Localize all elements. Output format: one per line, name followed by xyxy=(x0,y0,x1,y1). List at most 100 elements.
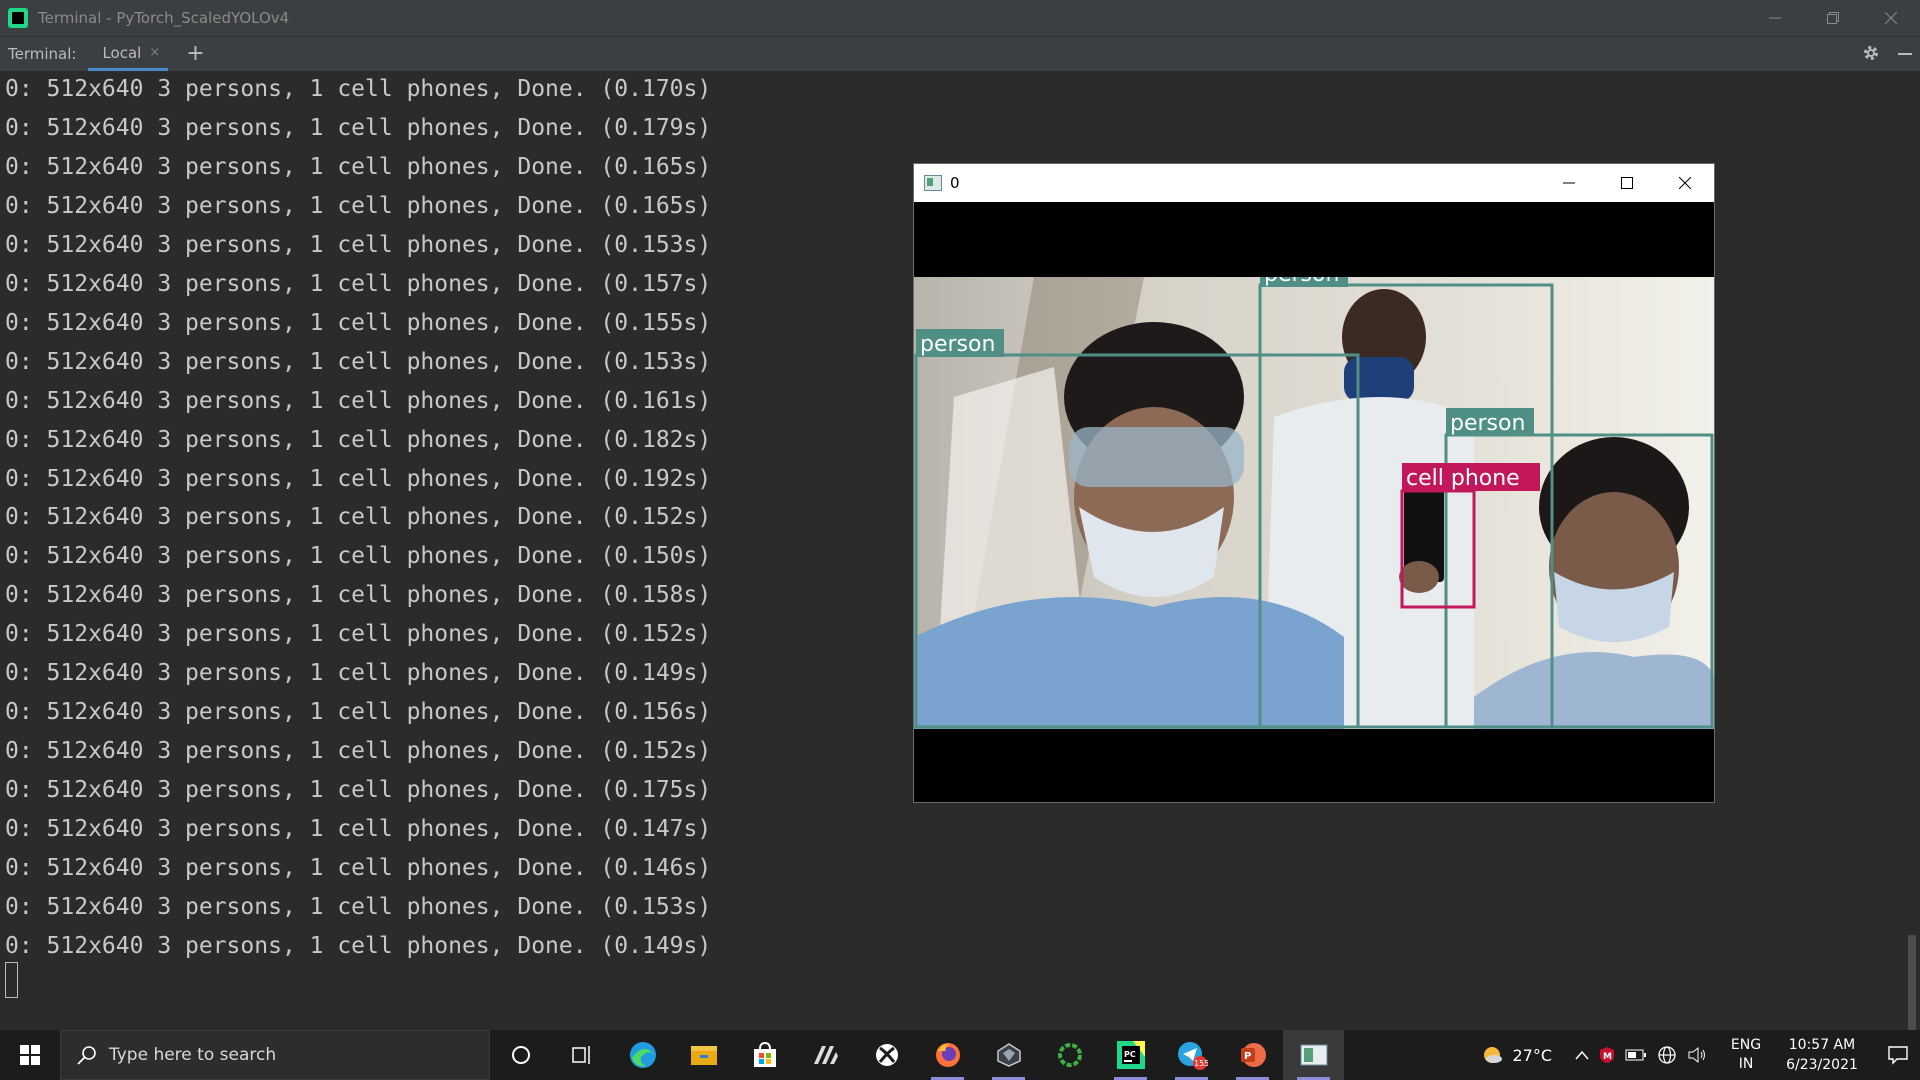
app-ring-icon xyxy=(1057,1043,1082,1067)
terminal-line: 0: 512x640 3 persons, 1 cell phones, Don… xyxy=(5,231,712,258)
file-explorer-button[interactable] xyxy=(673,1030,734,1080)
telegram-icon: 155 xyxy=(1177,1042,1208,1070)
new-tab-button[interactable]: + xyxy=(186,43,204,65)
start-button[interactable] xyxy=(0,1030,60,1080)
detection-window[interactable]: 0 person person cell phone xyxy=(914,164,1714,802)
cv-minimize-button[interactable] xyxy=(1540,164,1598,202)
edge-icon xyxy=(629,1042,656,1068)
svg-text:M: M xyxy=(1603,1052,1612,1062)
clock-time: 10:57 AM xyxy=(1788,1037,1856,1053)
volume-tray-button[interactable] xyxy=(1687,1046,1707,1064)
input-language-button[interactable]: ENG IN xyxy=(1720,1036,1772,1074)
terminal-line: 0: 512x640 3 persons, 1 cell phones, Don… xyxy=(5,816,712,843)
powerpoint-icon: P xyxy=(1240,1043,1266,1067)
detection-label: person xyxy=(1264,277,1339,287)
terminal-line: 0: 512x640 3 persons, 1 cell phones, Don… xyxy=(5,153,712,180)
xbox-button[interactable] xyxy=(856,1030,917,1080)
windows-taskbar: Type here to search PC 155 P 27°C M ENG … xyxy=(0,1030,1920,1080)
svg-text:P: P xyxy=(1244,1051,1251,1062)
powerpoint-button[interactable]: P xyxy=(1222,1030,1283,1080)
window-title: Terminal - PyTorch_ScaledYOLOv4 xyxy=(38,9,290,27)
minimize-button[interactable] xyxy=(1746,0,1804,36)
app-slashes-button[interactable] xyxy=(795,1030,856,1080)
terminal-line: 0: 512x640 3 persons, 1 cell phones, Don… xyxy=(5,387,712,414)
opencv-window-button[interactable] xyxy=(1283,1030,1344,1080)
clock-button[interactable]: 10:57 AM 6/23/2021 xyxy=(1776,1035,1868,1075)
app-prism-icon xyxy=(996,1043,1021,1067)
terminal-line: 0: 512x640 3 persons, 1 cell phones, Don… xyxy=(5,76,712,102)
tab-local[interactable]: Local × xyxy=(88,37,169,71)
cv-close-button[interactable] xyxy=(1656,164,1714,202)
search-placeholder: Type here to search xyxy=(109,1045,277,1065)
window-controls xyxy=(1746,0,1920,36)
battery-tray-button[interactable] xyxy=(1625,1049,1647,1061)
gear-icon[interactable] xyxy=(1862,44,1880,62)
speaker-icon xyxy=(1688,1046,1705,1064)
terminal-line: 0: 512x640 3 persons, 1 cell phones, Don… xyxy=(5,543,712,570)
maximize-icon xyxy=(1621,177,1633,189)
detection-label: person xyxy=(920,332,995,357)
detection-window-titlebar[interactable]: 0 xyxy=(914,164,1714,202)
terminal-line: 0: 512x640 3 persons, 1 cell phones, Don… xyxy=(5,738,712,765)
app-prism-button[interactable] xyxy=(978,1030,1039,1080)
terminal-line: 0: 512x640 3 persons, 1 cell phones, Don… xyxy=(5,777,712,804)
weather-icon[interactable] xyxy=(1480,1043,1504,1067)
cortana-icon xyxy=(511,1046,530,1064)
window-titlebar: Terminal - PyTorch_ScaledYOLOv4 xyxy=(0,0,1920,36)
globe-icon xyxy=(1658,1046,1676,1064)
taskbar-search-box[interactable]: Type here to search xyxy=(60,1030,490,1080)
terminal-line: 0: 512x640 3 persons, 1 cell phones, Don… xyxy=(5,660,712,687)
mcafee-shield-icon: M xyxy=(1600,1047,1614,1063)
terminal-line: 0: 512x640 3 persons, 1 cell phones, Don… xyxy=(5,426,712,453)
terminal-tab-bar: Terminal: Local × + xyxy=(0,36,1920,72)
terminal-label: Terminal: xyxy=(8,45,77,63)
minimize-icon xyxy=(1769,17,1781,19)
system-tray: 27°C M ENG IN 10:57 AM 6/23/2021 xyxy=(1480,1030,1920,1080)
pycharm-button[interactable]: PC xyxy=(1100,1030,1161,1080)
terminal-line: 0: 512x640 3 persons, 1 cell phones, Don… xyxy=(5,699,712,726)
minimize-icon xyxy=(1563,182,1575,184)
action-center-button[interactable] xyxy=(1876,1045,1920,1065)
terminal-line: 0: 512x640 3 persons, 1 cell phones, Don… xyxy=(5,270,712,297)
restore-icon xyxy=(1827,12,1839,24)
chevron-up-icon xyxy=(1575,1050,1589,1060)
restore-button[interactable] xyxy=(1804,0,1862,36)
camera-image: person person person cell phone xyxy=(914,277,1714,729)
store-button[interactable] xyxy=(734,1030,795,1080)
terminal-line: 0: 512x640 3 persons, 1 cell phones, Don… xyxy=(5,465,712,492)
detection-window-controls xyxy=(1540,164,1714,202)
security-tray-button[interactable]: M xyxy=(1599,1046,1615,1064)
notification-icon xyxy=(1888,1046,1908,1065)
close-button[interactable] xyxy=(1862,0,1920,36)
detection-label: person xyxy=(1450,411,1525,436)
search-icon xyxy=(77,1046,96,1065)
terminal-line: 0: 512x640 3 persons, 1 cell phones, Don… xyxy=(5,504,712,531)
windows-logo-icon xyxy=(20,1045,40,1065)
detection-window-title: 0 xyxy=(950,174,960,192)
weather-temperature[interactable]: 27°C xyxy=(1512,1046,1552,1065)
app-ring-button[interactable] xyxy=(1039,1030,1100,1080)
close-icon xyxy=(1885,12,1897,24)
terminal-line: 0: 512x640 3 persons, 1 cell phones, Don… xyxy=(5,192,712,219)
language-code: ENG xyxy=(1730,1037,1762,1053)
cv-maximize-button[interactable] xyxy=(1598,164,1656,202)
task-view-icon xyxy=(571,1046,590,1064)
detection-label: cell phone xyxy=(1406,466,1520,491)
task-view-button[interactable] xyxy=(551,1030,612,1080)
telegram-button[interactable]: 155 xyxy=(1161,1030,1222,1080)
tab-close-icon[interactable]: × xyxy=(149,45,160,60)
tab-local-label: Local xyxy=(102,43,142,62)
terminal-line: 0: 512x640 3 persons, 1 cell phones, Don… xyxy=(5,309,712,336)
pycharm-app-icon xyxy=(8,8,28,28)
firefox-button[interactable] xyxy=(917,1030,978,1080)
show-hidden-icons-button[interactable] xyxy=(1575,1050,1589,1060)
edge-button[interactable] xyxy=(612,1030,673,1080)
opencv-app-icon xyxy=(924,175,942,191)
telegram-badge: 155 xyxy=(1194,1059,1208,1068)
terminal-scrollbar[interactable] xyxy=(1908,935,1916,1030)
cortana-button[interactable] xyxy=(490,1030,551,1080)
firefox-icon xyxy=(935,1043,960,1067)
hide-panel-button[interactable] xyxy=(1898,53,1912,55)
network-tray-button[interactable] xyxy=(1657,1045,1677,1065)
terminal-line: 0: 512x640 3 persons, 1 cell phones, Don… xyxy=(5,621,712,648)
